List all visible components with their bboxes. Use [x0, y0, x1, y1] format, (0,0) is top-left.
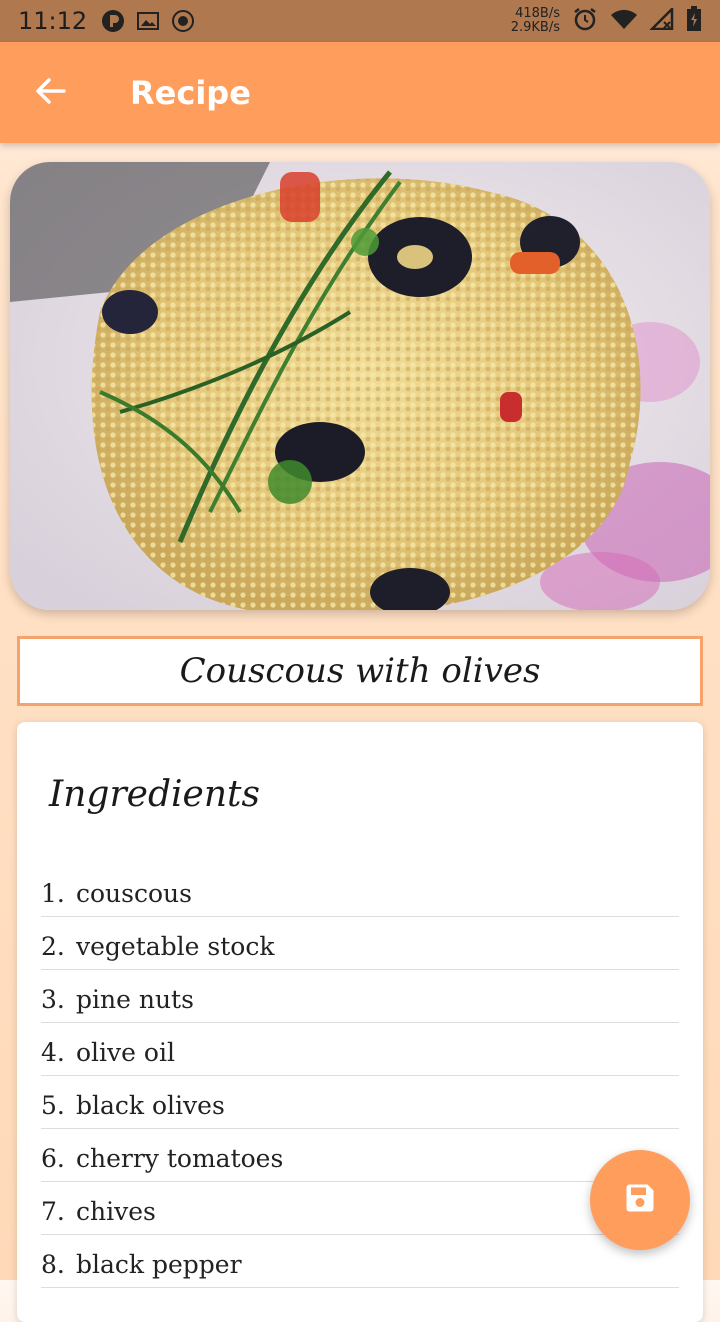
- item-label: pine nuts: [76, 984, 194, 1014]
- item-label: black olives: [76, 1090, 225, 1120]
- item-label: chives: [76, 1196, 156, 1226]
- item-number: 2.: [41, 931, 65, 961]
- app-bar: Recipe: [0, 42, 720, 143]
- list-item: 1. couscous: [41, 864, 679, 917]
- item-number: 3.: [41, 984, 65, 1014]
- list-item: 2. vegetable stock: [41, 917, 679, 970]
- recipe-title: Couscous with olives: [179, 651, 541, 691]
- save-button[interactable]: [590, 1150, 690, 1250]
- net-up: 418B/s: [515, 6, 560, 21]
- item-number: 4.: [41, 1037, 65, 1067]
- item-number: 5.: [41, 1090, 65, 1120]
- list-item: 4. olive oil: [41, 1023, 679, 1076]
- status-bar: 11:12 418B/s 2.9KB/s: [0, 0, 720, 42]
- signal-icon: [648, 5, 674, 34]
- ingredients-card: Ingredients 1. couscous 2. vegetable stock…: [17, 722, 703, 1322]
- arrow-left-icon: [34, 75, 66, 111]
- list-item: 5. black olives: [41, 1076, 679, 1129]
- list-item: 3. pine nuts: [41, 970, 679, 1023]
- record-icon: [171, 9, 195, 33]
- item-label: black pepper: [76, 1249, 242, 1279]
- battery-icon: [686, 6, 702, 36]
- item-label: vegetable stock: [76, 931, 275, 961]
- ingredients-list: 1. couscous 2. vegetable stock 3. pine nuts…: [41, 864, 679, 1288]
- status-time: 11:12: [18, 7, 88, 35]
- back-button[interactable]: [20, 63, 80, 123]
- item-number: 7.: [41, 1196, 65, 1226]
- item-number: 1.: [41, 878, 65, 908]
- ingredients-heading: Ingredients: [49, 774, 260, 815]
- recipe-title-box: Couscous with olives: [17, 636, 703, 706]
- page-title: Recipe: [130, 73, 251, 112]
- list-item: 7. chives: [41, 1182, 679, 1235]
- network-speed: 418B/s 2.9KB/s: [511, 7, 560, 35]
- list-item: 8. black pepper: [41, 1235, 679, 1288]
- save-icon: [622, 1180, 658, 1220]
- net-down: 2.9KB/s: [510, 20, 560, 35]
- image-icon: [137, 11, 160, 31]
- alarm-icon: [572, 6, 598, 36]
- item-number: 6.: [41, 1143, 65, 1173]
- item-label: cherry tomatoes: [76, 1143, 284, 1173]
- recipe-image: [10, 162, 710, 610]
- item-number: 8.: [41, 1249, 65, 1279]
- wifi-icon: [610, 8, 638, 34]
- list-item: 6. cherry tomatoes: [41, 1129, 679, 1182]
- p-badge-icon: [101, 9, 125, 33]
- item-label: olive oil: [76, 1037, 175, 1067]
- item-label: couscous: [76, 878, 192, 908]
